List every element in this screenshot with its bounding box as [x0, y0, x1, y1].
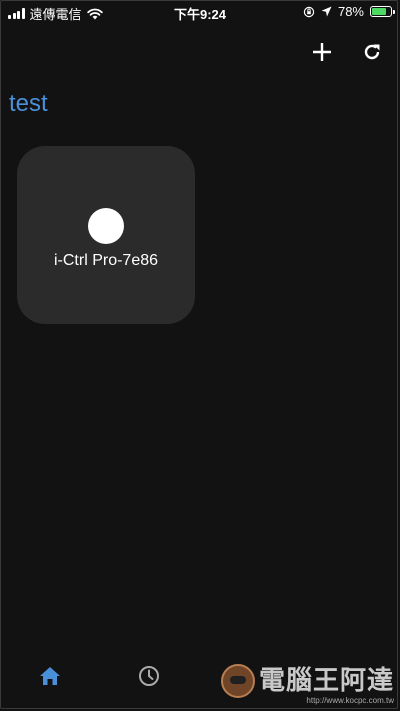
device-card[interactable]: i-Ctrl Pro-7e86 — [17, 146, 195, 324]
add-button[interactable] — [308, 38, 336, 66]
watermark: 電腦王阿達 http://www.kocpc.com.tw — [220, 664, 394, 705]
signal-icon — [8, 8, 25, 19]
nav-item-history[interactable] — [135, 662, 163, 690]
device-name: i-Ctrl Pro-7e86 — [53, 252, 159, 269]
watermark-url: http://www.kocpc.com.tw — [306, 696, 394, 705]
device-status-dot — [88, 208, 124, 244]
header-actions — [308, 38, 386, 66]
status-bar: 遠傳電信 下午9:24 78% — [0, 0, 400, 24]
battery-percent: 78% — [337, 4, 364, 19]
rotation-lock-icon — [303, 6, 315, 17]
clock-icon — [139, 666, 159, 686]
battery-level-fill — [372, 8, 387, 15]
home-icon — [40, 667, 60, 685]
wifi-icon — [86, 8, 103, 19]
nav-item-home[interactable] — [36, 662, 64, 690]
plus-icon — [313, 43, 331, 61]
refresh-icon — [364, 44, 380, 60]
page-title: test — [9, 90, 48, 117]
watermark-mascot-icon — [220, 664, 255, 698]
device-frame — [0, 0, 398, 709]
status-bar-left: 遠傳電信 — [8, 4, 103, 23]
watermark-text: 電腦王阿達 — [258, 666, 394, 696]
carrier-label: 遠傳電信 — [29, 7, 82, 22]
refresh-button[interactable] — [358, 38, 386, 66]
status-bar-right: 78% — [303, 4, 395, 19]
location-arrow-icon — [321, 6, 332, 17]
battery-charging-icon — [370, 6, 395, 17]
